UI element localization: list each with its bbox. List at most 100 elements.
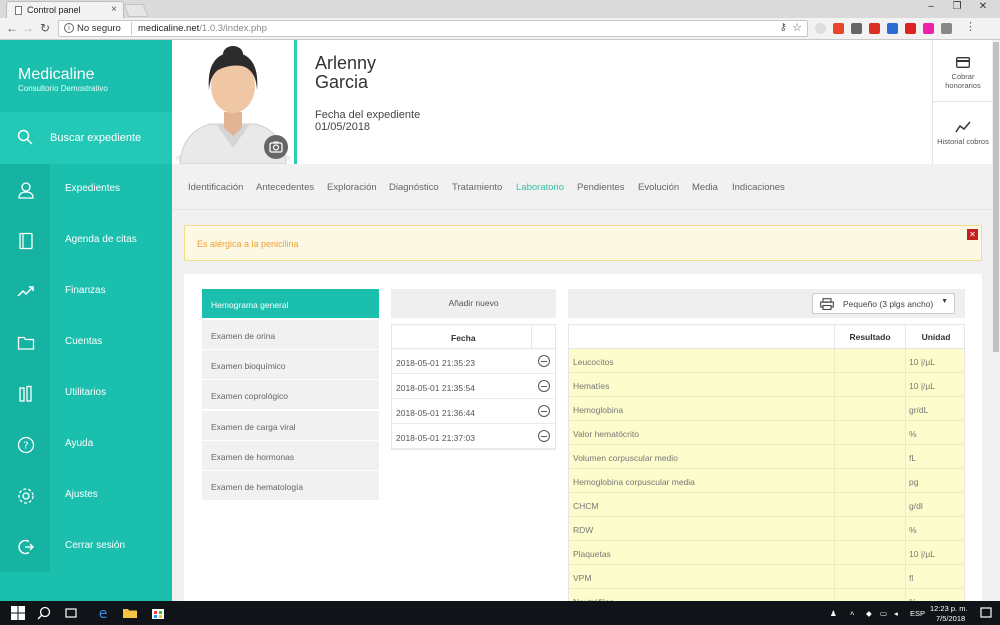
result-input[interactable] xyxy=(834,589,905,601)
result-input[interactable] xyxy=(834,469,905,493)
result-input[interactable] xyxy=(834,349,905,373)
key-icon[interactable]: ⚷ xyxy=(780,22,787,33)
edge-icon[interactable]: e xyxy=(95,605,111,621)
store-icon[interactable] xyxy=(150,605,166,621)
sidebar-item-finanzas[interactable]: Finanzas xyxy=(0,266,172,317)
charge-fees-button[interactable]: Cobrar honorarios xyxy=(933,40,992,102)
search-record-button[interactable]: Buscar expediente xyxy=(0,112,172,164)
table-row[interactable]: Hematíes 10 |/µL xyxy=(569,373,964,397)
extension-icon[interactable] xyxy=(851,23,862,34)
minimize-icon[interactable]: – xyxy=(920,1,942,12)
browser-tab[interactable]: Control panel × xyxy=(6,1,124,18)
page-scrollbar[interactable] xyxy=(992,40,1000,601)
result-input[interactable] xyxy=(834,541,905,565)
search-icon[interactable] xyxy=(36,605,52,621)
exam-item[interactable]: Hemograma general xyxy=(202,289,379,318)
clock-time[interactable]: 12:23 p. m. xyxy=(930,604,968,613)
remove-icon[interactable] xyxy=(538,430,550,442)
camera-icon[interactable] xyxy=(264,135,288,159)
table-row[interactable]: VPM fl xyxy=(569,565,964,589)
result-input[interactable] xyxy=(834,397,905,421)
table-row[interactable]: Valor hematócrito% xyxy=(569,421,964,445)
result-input[interactable] xyxy=(834,445,905,469)
table-row[interactable]: Hemoglobina gr/dL xyxy=(569,397,964,421)
print-size-select[interactable]: Pequeño (3 plgs ancho) ▼ xyxy=(812,293,955,314)
sidebar-item-ajustes[interactable]: Ajustes xyxy=(0,470,172,521)
exam-item[interactable]: Examen bioquímico xyxy=(202,350,379,379)
patient-avatar[interactable] xyxy=(172,40,294,166)
sidebar-item-utilitarios[interactable]: Utilitarios xyxy=(0,368,172,419)
table-row[interactable]: Neutrófilos% xyxy=(569,589,964,601)
star-icon[interactable]: ☆ xyxy=(792,21,802,34)
extension-icon[interactable] xyxy=(833,23,844,34)
close-window-icon[interactable]: ✕ xyxy=(972,1,994,12)
forward-icon[interactable]: → xyxy=(20,21,36,35)
clock-date[interactable]: 7/5/2018 xyxy=(936,614,965,623)
extension-icon[interactable] xyxy=(923,23,934,34)
table-row[interactable]: RDW% xyxy=(569,517,964,541)
people-icon[interactable]: ♟ xyxy=(830,609,837,618)
tab-indicaciones[interactable]: Indicaciones xyxy=(732,182,785,193)
info-icon[interactable]: i xyxy=(64,23,74,33)
windows-start-icon[interactable] xyxy=(10,605,26,621)
result-input[interactable] xyxy=(834,373,905,397)
task-view-icon[interactable] xyxy=(63,605,79,621)
close-icon[interactable]: ✕ xyxy=(967,229,978,240)
dropbox-icon[interactable]: ◆ xyxy=(866,609,872,618)
tab-diagnostico[interactable]: Diagnóstico xyxy=(389,182,439,193)
notifications-icon[interactable] xyxy=(978,605,994,621)
file-explorer-icon[interactable] xyxy=(122,605,138,621)
extension-icon[interactable] xyxy=(887,23,898,34)
exam-item[interactable]: Examen de hormonas xyxy=(202,441,379,470)
table-row[interactable]: Plaquetas 10 |/µL xyxy=(569,541,964,565)
remove-icon[interactable] xyxy=(538,355,550,367)
tab-antecedentes[interactable]: Antecedentes xyxy=(256,182,314,193)
extension-icon[interactable] xyxy=(815,23,826,34)
exam-item[interactable]: Examen coprológico xyxy=(202,380,379,409)
volume-icon[interactable]: ◂ xyxy=(894,609,898,618)
exam-item[interactable]: Examen de hematología xyxy=(202,471,379,500)
network-icon[interactable]: ▭ xyxy=(880,609,887,618)
extension-icon[interactable] xyxy=(905,23,916,34)
table-row[interactable]: Leucocitos 10 |/µL xyxy=(569,349,964,373)
tab-laboratorio[interactable]: Laboratorio xyxy=(516,182,564,193)
restore-icon[interactable]: ❐ xyxy=(946,1,968,12)
result-input[interactable] xyxy=(834,421,905,445)
tab-evolucion[interactable]: Evolución xyxy=(638,182,679,193)
payment-history-button[interactable]: Historial cobros xyxy=(933,102,992,164)
exam-item[interactable]: Examen de carga viral xyxy=(202,411,379,440)
add-new-button[interactable]: Añadir nuevo xyxy=(391,289,556,318)
table-row[interactable]: CHCM g/dl xyxy=(569,493,964,517)
table-row[interactable]: 2018-05-01 21:35:23 xyxy=(392,349,555,374)
sidebar-item-logout[interactable]: Cerrar sesión xyxy=(0,521,172,572)
table-row[interactable]: Hemoglobina corpuscular media pg xyxy=(569,469,964,493)
remove-icon[interactable] xyxy=(538,380,550,392)
close-tab-icon[interactable]: × xyxy=(111,4,117,15)
language-indicator[interactable]: ESP xyxy=(910,609,925,618)
extension-icon[interactable] xyxy=(941,23,952,34)
table-row[interactable]: Volumen corpuscular medio fL xyxy=(569,445,964,469)
url-input[interactable]: i No seguro medicaline.net/1.0.3/index.p… xyxy=(58,20,808,37)
result-input[interactable] xyxy=(834,565,905,589)
reload-icon[interactable]: ↻ xyxy=(37,21,53,35)
remove-icon[interactable] xyxy=(538,405,550,417)
back-icon[interactable]: ← xyxy=(4,21,20,35)
table-row[interactable]: 2018-05-01 21:35:54 xyxy=(392,374,555,399)
tab-exploracion[interactable]: Exploración xyxy=(327,182,377,193)
gmail-icon[interactable] xyxy=(869,23,880,34)
sidebar-item-cuentas[interactable]: Cuentas xyxy=(0,317,172,368)
table-row[interactable]: 2018-05-01 21:36:44 xyxy=(392,399,555,424)
table-row[interactable]: 2018-05-01 21:37:03 xyxy=(392,424,555,449)
sidebar-item-agenda[interactable]: Agenda de citas xyxy=(0,215,172,266)
exam-item[interactable]: Examen de orina xyxy=(202,320,379,349)
tab-tratamiento[interactable]: Tratamiento xyxy=(452,182,502,193)
chevron-up-icon[interactable]: ˄ xyxy=(850,609,854,618)
tab-identificacion[interactable]: Identificación xyxy=(188,182,243,193)
sidebar-item-ayuda[interactable]: ? Ayuda xyxy=(0,419,172,470)
result-input[interactable] xyxy=(834,517,905,541)
tab-media[interactable]: Media xyxy=(692,182,718,193)
new-tab-button[interactable] xyxy=(123,4,149,17)
result-input[interactable] xyxy=(834,493,905,517)
tab-pendientes[interactable]: Pendientes xyxy=(577,182,625,193)
sidebar-item-expedientes[interactable]: Expedientes xyxy=(0,164,172,215)
